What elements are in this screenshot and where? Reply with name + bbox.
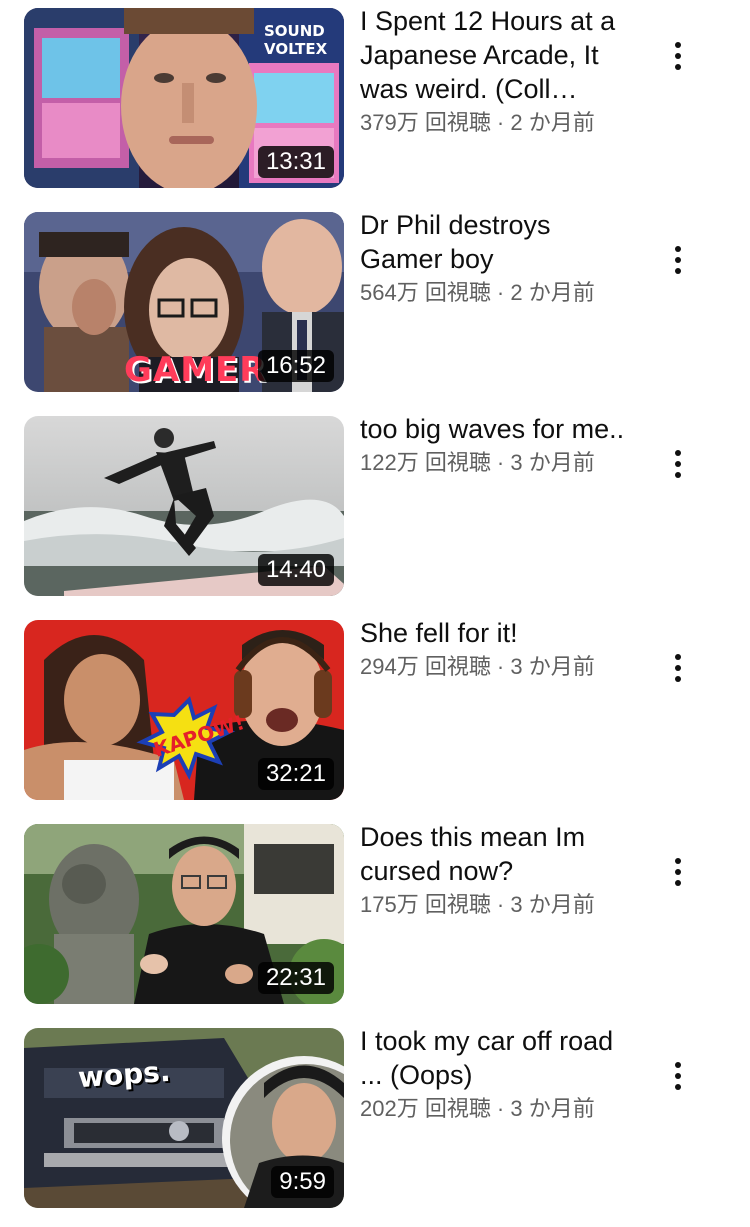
- more-vert-icon[interactable]: [660, 1046, 696, 1106]
- video-thumbnail[interactable]: GAMER 16:52: [24, 212, 344, 392]
- video-duration: 9:59: [271, 1166, 334, 1198]
- video-meta: She fell for it! 294万 回視聴 · 3 か月前: [360, 616, 630, 682]
- video-stats: 564万 回視聴 · 2 か月前: [360, 280, 595, 305]
- video-title[interactable]: Dr Phil destroys Gamer boy: [360, 208, 630, 276]
- video-title[interactable]: She fell for it!: [360, 616, 630, 650]
- video-stats: 294万 回視聴 · 3 か月前: [360, 654, 595, 679]
- video-stats: 202万 回視聴 · 3 か月前: [360, 1096, 595, 1121]
- video-item[interactable]: wops. 9:59 I took my car off road ... (O…: [0, 1020, 750, 1208]
- video-item[interactable]: SOUND VOLTEX 13:31 I Spent 12 Hours at a…: [0, 0, 750, 188]
- video-title[interactable]: I Spent 12 Hours at a Japanese Arcade, I…: [360, 4, 630, 106]
- video-duration: 22:31: [257, 962, 334, 994]
- more-vert-icon[interactable]: [660, 26, 696, 86]
- video-duration: 16:52: [257, 350, 334, 382]
- video-duration: 32:21: [257, 758, 334, 790]
- video-title[interactable]: too big waves for me..: [360, 412, 630, 446]
- video-item[interactable]: 22:31 Does this mean Im cursed now? 175万…: [0, 816, 750, 1004]
- video-thumbnail[interactable]: SOUND VOLTEX 13:31: [24, 8, 344, 188]
- video-duration: 13:31: [257, 146, 334, 178]
- video-duration: 14:40: [257, 554, 334, 586]
- video-meta: too big waves for me.. 122万 回視聴 · 3 か月前: [360, 412, 630, 478]
- video-thumbnail[interactable]: 14:40: [24, 416, 344, 596]
- video-title[interactable]: I took my car off road ... (Oops): [360, 1024, 630, 1092]
- thumbnail-overlay-text: wops.: [76, 1054, 172, 1095]
- thumbnail-overlay-text: GAMER: [124, 350, 267, 390]
- more-vert-icon[interactable]: [660, 434, 696, 494]
- video-item[interactable]: GAMER 16:52 Dr Phil destroys Gamer boy 5…: [0, 204, 750, 392]
- more-vert-icon[interactable]: [660, 638, 696, 698]
- video-meta: Does this mean Im cursed now? 175万 回視聴 ·…: [360, 820, 630, 920]
- video-thumbnail[interactable]: KAPOW! 32:21: [24, 620, 344, 800]
- video-stats: 175万 回視聴 · 3 か月前: [360, 892, 595, 917]
- video-title[interactable]: Does this mean Im cursed now?: [360, 820, 630, 888]
- video-stats: 379万 回視聴 · 2 か月前: [360, 110, 595, 135]
- more-vert-icon[interactable]: [660, 842, 696, 902]
- more-vert-icon[interactable]: [660, 230, 696, 290]
- video-thumbnail[interactable]: wops. 9:59: [24, 1028, 344, 1208]
- video-meta: I took my car off road ... (Oops) 202万 回…: [360, 1024, 630, 1124]
- video-thumbnail[interactable]: 22:31: [24, 824, 344, 1004]
- thumbnail-overlay-text: SOUND VOLTEX: [264, 22, 328, 58]
- video-stats: 122万 回視聴 · 3 か月前: [360, 450, 595, 475]
- video-meta: I Spent 12 Hours at a Japanese Arcade, I…: [360, 4, 630, 138]
- video-item[interactable]: KAPOW! 32:21 She fell for it! 294万 回視聴 ·…: [0, 612, 750, 800]
- video-meta: Dr Phil destroys Gamer boy 564万 回視聴 · 2 …: [360, 208, 630, 308]
- video-item[interactable]: 14:40 too big waves for me.. 122万 回視聴 · …: [0, 408, 750, 596]
